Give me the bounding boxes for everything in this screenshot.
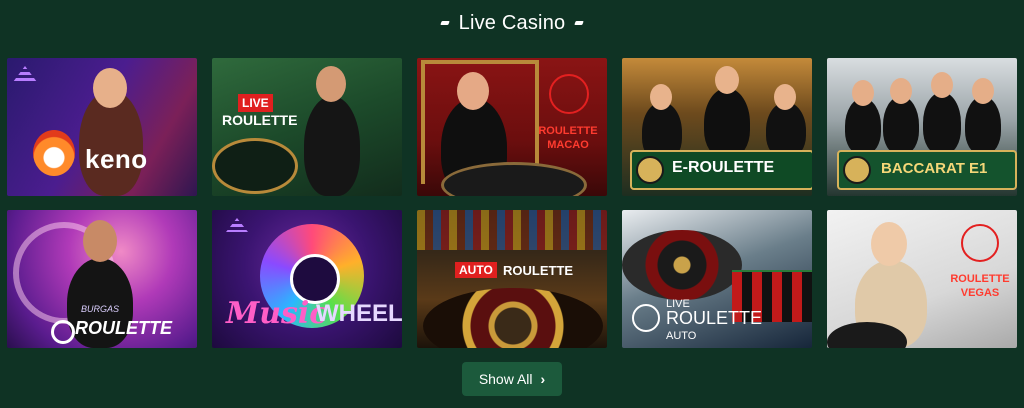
provider-logo-icon: [226, 218, 248, 232]
dealer-face: [650, 84, 672, 110]
dealer-figure: [704, 88, 750, 158]
dealer-figure: [923, 92, 961, 154]
tile-label: ROULETTE: [503, 263, 574, 278]
section-title: Live Casino: [458, 11, 566, 34]
roulette-wheel-icon: [212, 138, 298, 194]
tile-label: ROULETTE: [75, 318, 172, 338]
game-tile-keno[interactable]: keno: [7, 58, 197, 196]
roulette-logo-icon: [51, 320, 75, 344]
dealer-face: [890, 78, 912, 104]
host-face: [93, 68, 127, 108]
roulette-wheel-icon: [622, 230, 742, 300]
game-tile-auto-roulette[interactable]: AUTO ROULETTE: [417, 210, 607, 348]
tile-label-music: Music: [226, 296, 328, 331]
tile-sublabel-auto: AUTO: [666, 330, 697, 342]
keno-flame-icon: [33, 130, 75, 176]
dealer-face: [972, 78, 994, 104]
slot-machines-backdrop: [417, 210, 607, 250]
show-all-label: Show All: [478, 371, 533, 387]
chip-icon: [843, 156, 871, 184]
provider-logo-icon: [13, 66, 37, 82]
chevron-right-icon: ›: [540, 371, 546, 387]
game-tile-baccarat-e1[interactable]: BACCARAT E1: [827, 58, 1017, 196]
roulette-wheel-icon: [423, 288, 603, 348]
tile-label: ROULETTE: [666, 308, 763, 328]
tile-label-wheel: WHEEL: [316, 300, 402, 327]
title-dash-left: [439, 21, 450, 25]
dealer-face: [715, 66, 739, 94]
game-tile-roulette-vegas[interactable]: ROULETTE VEGAS: [827, 210, 1017, 348]
game-tile-e-roulette[interactable]: E-ROULETTE: [622, 58, 812, 196]
section-header: Live Casino: [0, 8, 1024, 38]
title-dash-right: [574, 21, 585, 25]
tile-label: E-ROULETTE: [672, 159, 775, 176]
show-all-button[interactable]: Show All ›: [462, 362, 562, 396]
dealer-face: [871, 222, 907, 266]
dealer-face: [457, 72, 489, 110]
tile-sublabel: BURGAS: [81, 304, 120, 314]
game-tile-live-roulette-auto[interactable]: LIVE ROULETTE AUTO: [622, 210, 812, 348]
tile-label: ROULETTE MACAO: [538, 125, 598, 151]
roulette-logo-icon: [632, 304, 660, 332]
dealer-face: [852, 80, 874, 106]
game-tile-burgas-roulette[interactable]: BURGAS ROULETTE: [7, 210, 197, 348]
tile-label: ROULETTE VEGAS: [950, 273, 1010, 299]
chip-icon: [636, 156, 664, 184]
roulette-clock-icon: [961, 224, 999, 262]
dealer-face: [316, 66, 346, 102]
dealer-figure: [845, 98, 881, 154]
game-grid: keno LIVE ROULETTE ROULETTE MACAO E-ROUL…: [7, 58, 1017, 348]
dealer-figure: [304, 96, 360, 196]
dealer-figure: [965, 96, 1001, 154]
live-badge: LIVE: [238, 94, 273, 112]
game-tile-roulette-macao[interactable]: ROULETTE MACAO: [417, 58, 607, 196]
game-tile-music-wheel[interactable]: Music WHEEL: [212, 210, 402, 348]
game-tile-live-roulette[interactable]: LIVE ROULETTE: [212, 58, 402, 196]
dealer-figure: [883, 96, 919, 154]
dealer-face: [774, 84, 796, 110]
dealer-face: [83, 220, 117, 262]
auto-badge: AUTO: [455, 262, 497, 278]
tile-label: ROULETTE: [222, 112, 298, 128]
tile-label: BACCARAT E1: [881, 160, 988, 177]
dealer-face: [931, 72, 953, 98]
tile-label: keno: [85, 144, 148, 174]
roulette-clock-icon: [549, 74, 589, 114]
